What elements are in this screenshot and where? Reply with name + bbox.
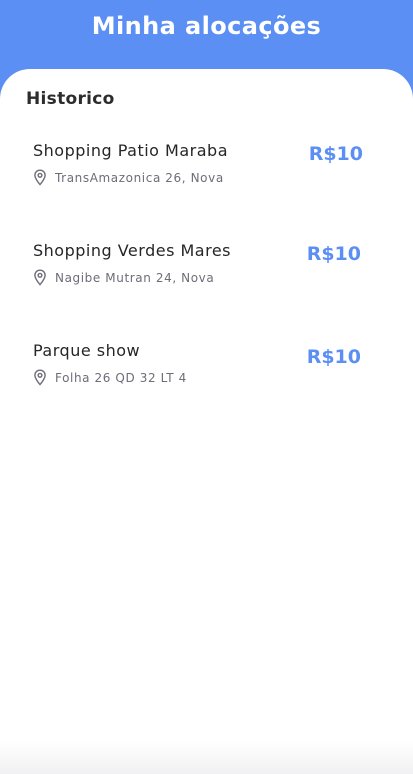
bottom-shadow	[0, 740, 413, 774]
item-address-row: TransAmazonica 26, Nova	[32, 169, 224, 186]
page-title: Minha alocações	[91, 12, 322, 40]
app-header: Minha alocações	[0, 0, 413, 80]
item-price: R$10	[308, 143, 363, 165]
item-address-row: Folha 26 QD 32 LT 4	[32, 369, 187, 386]
item-address-row: Nagibe Mutran 24, Nova	[32, 269, 214, 286]
item-price: R$10	[306, 346, 361, 368]
location-pin-icon	[34, 369, 46, 386]
content-sheet: Historico Shopping Patio Maraba TransAma…	[0, 69, 413, 774]
item-price: R$10	[306, 243, 361, 265]
item-name: Parque show	[33, 341, 141, 360]
item-name: Shopping Verdes Mares	[33, 241, 232, 260]
list-item[interactable]: Shopping Verdes Mares Nagibe Mutran 24, …	[0, 241, 413, 305]
list-item[interactable]: Shopping Patio Maraba TransAmazonica 26,…	[0, 141, 413, 205]
item-name: Shopping Patio Maraba	[33, 141, 229, 160]
item-address: Nagibe Mutran 24, Nova	[55, 270, 215, 285]
item-address: TransAmazonica 26, Nova	[55, 170, 224, 185]
location-pin-icon	[34, 269, 46, 286]
list-item[interactable]: Parque show Folha 26 QD 32 LT 4 R$10	[0, 341, 413, 405]
item-address: Folha 26 QD 32 LT 4	[55, 370, 187, 385]
section-title-historico: Historico	[26, 89, 115, 109]
location-pin-icon	[34, 169, 46, 186]
